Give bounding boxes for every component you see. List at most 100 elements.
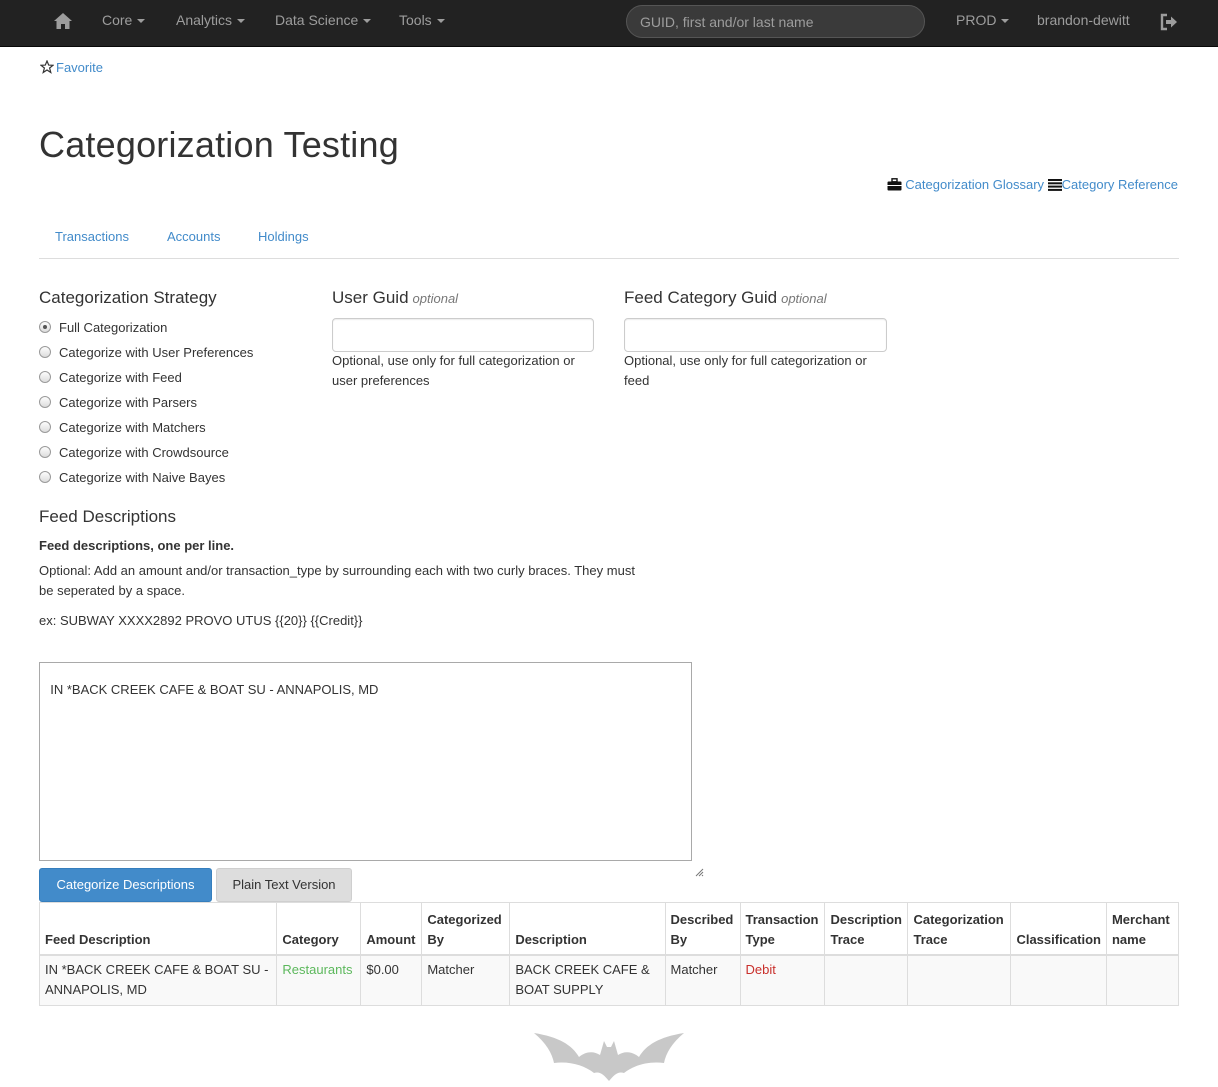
- column-header[interactable]: Description: [509, 902, 666, 956]
- nav-menu-data-science-label: Data Science: [275, 12, 359, 28]
- plain-text-version-button[interactable]: Plain Text Version: [216, 868, 352, 902]
- help-line: feed: [624, 373, 650, 388]
- help-line: user preferences: [332, 373, 430, 388]
- column-header[interactable]: Feed Description: [38, 902, 278, 956]
- header-line: Trace: [830, 931, 865, 947]
- radio-label: Categorize with Parsers: [59, 394, 197, 410]
- feed-category-guid-help: Optional, use only for full categorizati…: [624, 351, 894, 391]
- table-header-row: Feed Description Category Amount Categor…: [38, 902, 1180, 956]
- header-line: Type: [745, 931, 775, 947]
- strategy-option-crowdsource[interactable]: Categorize with Crowdsource: [39, 442, 229, 462]
- tab-accounts[interactable]: Accounts: [167, 229, 220, 244]
- cell-merchant-name: [1105, 954, 1180, 1006]
- column-header[interactable]: Categorization Trace: [907, 902, 1012, 956]
- chevron-down-icon: [363, 19, 372, 24]
- strategy-option-parsers[interactable]: Categorize with Parsers: [39, 392, 197, 412]
- user-guid-help: Optional, use only for full categorizati…: [332, 351, 602, 391]
- tab-holdings[interactable]: Holdings: [258, 229, 309, 244]
- column-header[interactable]: Described By: [664, 902, 741, 956]
- feed-descriptions-example: ex: SUBWAY XXXX2892 PROVO UTUS {{20}} {{…: [39, 613, 363, 628]
- header-line: Described: [670, 911, 734, 927]
- chevron-down-icon: [137, 19, 146, 24]
- cell-description-trace: [824, 954, 909, 1006]
- briefcase-icon: [887, 178, 902, 191]
- list-icon: [1047, 179, 1062, 191]
- cell-categorized-by: Matcher: [421, 954, 511, 1006]
- nav-menu-analytics-label: Analytics: [176, 12, 233, 28]
- category-reference-link[interactable]: Category Reference: [1062, 177, 1178, 192]
- chevron-down-icon: [237, 19, 246, 24]
- instructions-line: be seperated by a space.: [39, 583, 185, 598]
- column-header[interactable]: Merchant name: [1105, 902, 1180, 956]
- favorite-link[interactable]: Favorite: [39, 59, 103, 75]
- nav-menu-tools[interactable]: Tools: [399, 0, 445, 46]
- environment-label: PROD: [956, 12, 997, 28]
- cell-line: BACK CREEK CAFE &: [515, 961, 650, 977]
- column-header[interactable]: Transaction Type: [739, 902, 826, 956]
- user-guid-label-text: User Guid: [332, 288, 409, 307]
- radio-label: Categorize with Feed: [59, 369, 182, 385]
- categorization-glossary-link[interactable]: Categorization Glossary: [905, 177, 1044, 192]
- resize-handle-icon[interactable]: [681, 850, 704, 877]
- page-title: Categorization Testing: [39, 124, 399, 165]
- cell-line: ANNAPOLIS, MD: [45, 981, 147, 997]
- strategy-option-user-preferences[interactable]: Categorize with User Preferences: [39, 342, 253, 362]
- favorite-label: Favorite: [56, 60, 103, 75]
- instructions-line: Optional: Add an amount and/or transacti…: [39, 563, 635, 578]
- help-line: Optional, use only for full categorizati…: [624, 353, 867, 368]
- radio-button[interactable]: [39, 396, 51, 408]
- user-menu[interactable]: brandon-dewitt: [1037, 0, 1130, 46]
- chevron-down-icon: [1001, 19, 1010, 24]
- cell-amount: $0.00: [360, 954, 423, 1006]
- column-header[interactable]: Amount: [360, 902, 423, 956]
- user-guid-input[interactable]: [332, 318, 594, 352]
- nav-menu-analytics[interactable]: Analytics: [176, 0, 246, 46]
- column-header[interactable]: Classification: [1010, 902, 1107, 956]
- header-line: Merchant: [1111, 911, 1170, 927]
- star-icon: [39, 59, 55, 74]
- help-line: Optional, use only for full categorizati…: [332, 353, 575, 368]
- column-header[interactable]: Categorized By: [421, 902, 511, 956]
- radio-button[interactable]: [39, 446, 51, 458]
- feed-category-guid-input[interactable]: [624, 318, 887, 352]
- home-icon[interactable]: [53, 12, 73, 32]
- signout-icon[interactable]: [1160, 13, 1178, 31]
- cell-transaction-type: Debit: [739, 954, 826, 1006]
- nav-menu-core-label: Core: [102, 12, 133, 28]
- feed-descriptions-textarea[interactable]: IN *BACK CREEK CAFE & BOAT SU - ANNAPOLI…: [39, 662, 704, 877]
- radio-label: Categorize with Matchers: [59, 419, 206, 435]
- cell-feed-description: IN *BACK CREEK CAFE & BOAT SU - ANNAPOLIS…: [38, 954, 278, 1006]
- strategy-option-naive-bayes[interactable]: Categorize with Naive Bayes: [39, 467, 225, 487]
- radio-button[interactable]: [39, 421, 51, 433]
- top-navbar: Core Analytics Data Science Tools PROD b…: [0, 0, 1218, 47]
- environment-dropdown[interactable]: PROD: [956, 0, 1010, 46]
- feed-category-guid-label-text: Feed Category Guid: [624, 288, 778, 307]
- strategy-option-matchers[interactable]: Categorize with Matchers: [39, 417, 206, 437]
- nav-menu-core[interactable]: Core: [102, 0, 146, 46]
- radio-button[interactable]: [39, 471, 51, 483]
- results-table: Feed Description Category Amount Categor…: [38, 902, 1180, 1006]
- strategy-option-feed[interactable]: Categorize with Feed: [39, 367, 182, 387]
- user-guid-label: User Guid optional: [332, 288, 458, 308]
- nav-menu-data-science[interactable]: Data Science: [275, 0, 372, 46]
- radio-label: Categorize with User Preferences: [59, 344, 254, 360]
- user-search-input[interactable]: [626, 5, 925, 38]
- radio-label: Categorize with Crowdsource: [59, 444, 229, 460]
- radio-button[interactable]: [39, 346, 51, 358]
- column-header[interactable]: Category: [276, 902, 362, 956]
- reference-links: Categorization Glossary Category Referen…: [887, 177, 1178, 192]
- cell-description: BACK CREEK CAFE & BOAT SUPPLY: [509, 954, 666, 1006]
- radio-button[interactable]: [39, 321, 51, 333]
- strategy-option-full[interactable]: Full Categorization: [39, 317, 167, 337]
- categorize-descriptions-button[interactable]: Categorize Descriptions: [39, 868, 212, 902]
- column-header[interactable]: Description Trace: [824, 902, 909, 956]
- radio-button[interactable]: [39, 371, 51, 383]
- tab-transactions[interactable]: Transactions: [55, 229, 129, 244]
- header-line: By: [427, 931, 444, 947]
- feed-descriptions-heading: Feed Descriptions: [39, 507, 177, 526]
- header-line: Transaction: [745, 911, 819, 927]
- cell-category: Restaurants: [276, 954, 362, 1006]
- optional-tag: optional: [781, 291, 827, 306]
- cell-line: BOAT SUPPLY: [515, 981, 604, 997]
- cell-described-by: Matcher: [664, 954, 741, 1006]
